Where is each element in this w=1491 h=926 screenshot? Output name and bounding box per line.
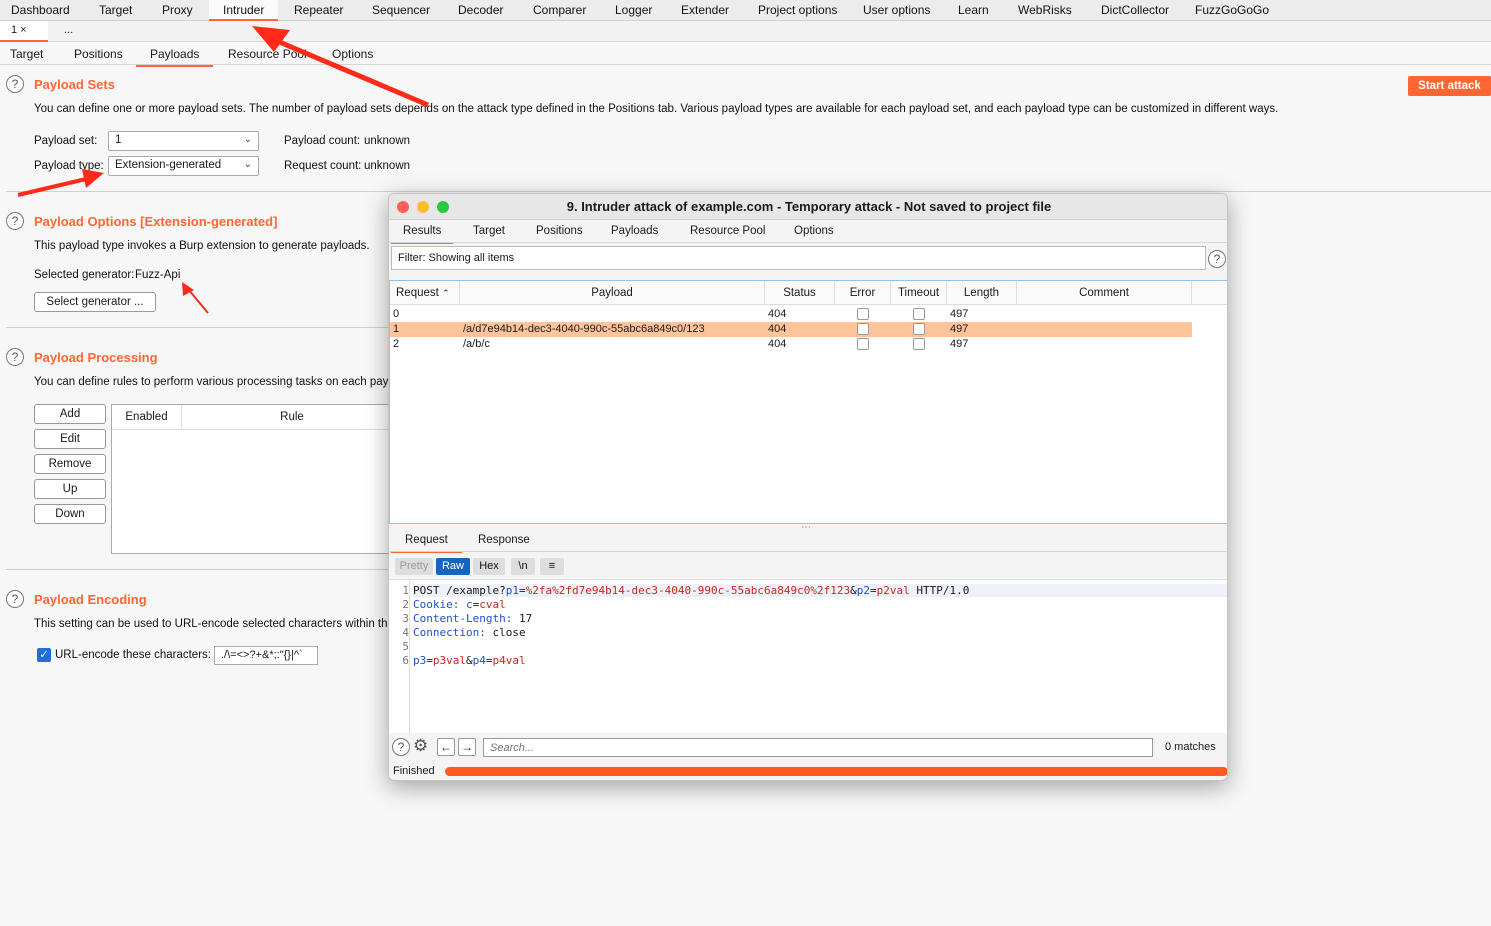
hex-button[interactable]: Hex <box>473 558 505 575</box>
cell-request: 1 <box>393 323 400 335</box>
code-line: POST /example?p1=%2fa%2fd7e94b14-dec3-40… <box>413 584 1227 597</box>
results-filter-bar[interactable]: Filter: Showing all items <box>391 246 1206 270</box>
cell-request: 0 <box>393 308 400 320</box>
arrow-left-icon[interactable]: ← <box>437 738 455 756</box>
tab-options[interactable]: Options <box>794 225 834 237</box>
column-payload[interactable]: Payload <box>460 281 765 305</box>
help-icon[interactable]: ? <box>392 738 410 756</box>
cell-payload: /a/d7e94b14-dec3-4040-990c-55abc6a849c0/… <box>463 323 705 335</box>
table-row[interactable]: 0 404 497 <box>390 307 1192 322</box>
line-number: 5 <box>402 640 409 653</box>
cell-length: 497 <box>950 323 969 335</box>
cell-status: 404 <box>768 323 787 335</box>
code-line: Cookie: c=cval <box>413 598 506 611</box>
line-number: 4 <box>402 626 409 639</box>
match-count: 0 matches <box>1165 741 1216 753</box>
tab-positions[interactable]: Positions <box>536 225 583 237</box>
menu-icon[interactable]: ≡ <box>540 558 564 575</box>
cell-status: 404 <box>768 308 787 320</box>
cell-payload: /a/b/c <box>463 338 490 350</box>
request-editor[interactable]: 1 POST /example?p1=%2fa%2fd7e94b14-dec3-4… <box>389 579 1227 734</box>
pretty-button[interactable]: Pretty <box>395 558 433 575</box>
status-text: Finished <box>393 765 435 777</box>
column-request[interactable]: Request ⌃ <box>390 281 460 305</box>
column-length[interactable]: Length <box>947 281 1017 305</box>
cell-length: 497 <box>950 338 969 350</box>
results-table[interactable]: Request ⌃ Payload Status Error Timeout L… <box>389 280 1227 524</box>
search-input[interactable] <box>483 738 1153 757</box>
timeout-checkbox <box>913 338 925 350</box>
cell-request: 2 <box>393 338 400 350</box>
timeout-checkbox <box>913 323 925 335</box>
tab-payloads[interactable]: Payloads <box>611 225 658 237</box>
column-filler <box>1192 281 1227 305</box>
gear-icon[interactable]: ⚙ <box>413 736 428 756</box>
table-row-selected[interactable]: 1 /a/d7e94b14-dec3-4040-990c-55abc6a849c… <box>390 322 1192 337</box>
cell-length: 497 <box>950 308 969 320</box>
newline-toggle-button[interactable]: \n <box>511 558 535 575</box>
maximize-window-button[interactable] <box>437 201 449 213</box>
tab-target[interactable]: Target <box>473 225 505 237</box>
line-number-gutter <box>409 580 410 734</box>
error-checkbox <box>857 338 869 350</box>
column-status[interactable]: Status <box>765 281 835 305</box>
code-line: p3=p3val&p4=p4val <box>413 654 526 667</box>
close-window-button[interactable] <box>397 201 409 213</box>
column-error[interactable]: Error <box>835 281 891 305</box>
help-icon[interactable]: ? <box>1208 250 1226 268</box>
intruder-attack-window[interactable]: 9. Intruder attack of example.com - Temp… <box>388 193 1228 781</box>
tab-response[interactable]: Response <box>478 534 530 546</box>
code-line: Connection: close <box>413 626 526 639</box>
error-checkbox <box>857 308 869 320</box>
error-checkbox <box>857 323 869 335</box>
arrow-right-icon[interactable]: → <box>458 738 476 756</box>
sort-asc-icon: ⌃ <box>442 288 450 298</box>
cell-status: 404 <box>768 338 787 350</box>
tab-resource-pool[interactable]: Resource Pool <box>690 225 765 237</box>
window-title: 9. Intruder attack of example.com - Temp… <box>389 194 1227 220</box>
attack-progress-bar <box>445 767 1227 776</box>
line-number: 6 <box>402 654 409 667</box>
raw-button[interactable]: Raw <box>436 558 470 575</box>
table-row[interactable]: 2 /a/b/c 404 497 <box>390 337 1192 352</box>
line-number: 3 <box>402 612 409 625</box>
line-number: 1 <box>402 584 409 597</box>
tab-divider <box>389 242 1227 243</box>
arrow-to-intruder-tab <box>269 35 429 108</box>
column-request-label: Request <box>396 287 439 299</box>
timeout-checkbox <box>913 308 925 320</box>
column-timeout[interactable]: Timeout <box>891 281 947 305</box>
column-comment[interactable]: Comment <box>1017 281 1192 305</box>
code-line: Content-Length: 17 <box>413 612 533 625</box>
tab-divider <box>389 551 1227 552</box>
arrow-to-payload-type <box>17 177 87 197</box>
split-handle-icon[interactable]: ⋯ <box>801 522 812 533</box>
line-number: 2 <box>402 598 409 611</box>
minimize-window-button[interactable] <box>417 201 429 213</box>
arrow-to-generator <box>187 288 209 314</box>
